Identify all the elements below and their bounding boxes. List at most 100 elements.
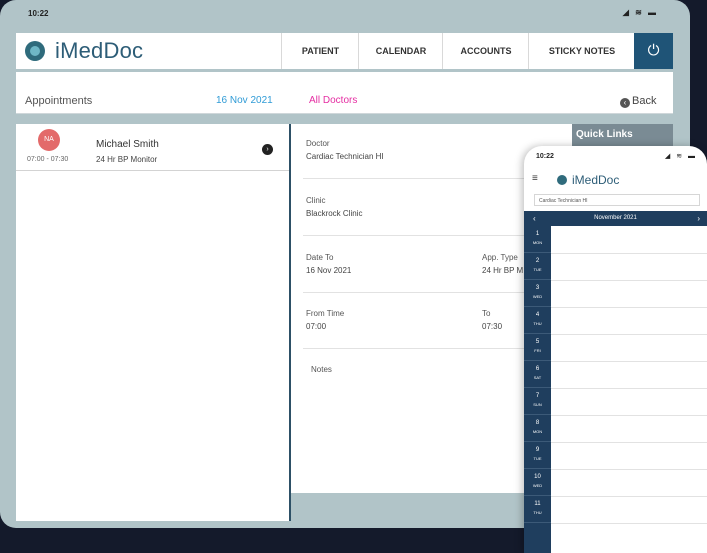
phone-frame: 10:22 ◢ ≋ ▬ ≡ iMedDoc Cardiac Technician… — [524, 146, 707, 553]
back-label: Back — [632, 95, 657, 107]
day-number: 9 — [535, 447, 540, 453]
calendar-month-header: ‹ November 2021 › — [524, 211, 707, 226]
logo-text: iMedDoc — [55, 38, 144, 63]
back-button[interactable]: ‹ Back — [620, 95, 656, 108]
doctor-search-input[interactable]: Cardiac Technician HI — [534, 194, 700, 206]
calendar-row-line — [551, 415, 707, 416]
day-weekday: SUN — [533, 402, 542, 407]
calendar-day[interactable]: 11 THU — [524, 496, 551, 523]
calendar-day[interactable]: 5 FRI — [524, 334, 551, 361]
calendar-row-line — [551, 469, 707, 470]
calendar-row-line — [551, 307, 707, 308]
calendar-day[interactable]: 7 SUN — [524, 388, 551, 415]
day-number: 7 — [535, 393, 540, 399]
day-weekday: TUE — [533, 456, 542, 461]
nav-tab-patient[interactable]: PATIENT — [281, 33, 359, 69]
phone-logo-text: iMedDoc — [572, 173, 620, 187]
power-button[interactable]: ⏻ — [634, 33, 673, 69]
day-number: 4 — [535, 312, 540, 318]
calendar-day-column: 1 MON 2 TUE 3 WED 4 THU 5 FRI 6 SAT 7 SUN 8 MON … — [524, 226, 551, 553]
day-weekday: WED — [532, 294, 543, 299]
day-weekday: SAT — [533, 375, 542, 380]
date-value: 16 Nov 2021 — [306, 266, 352, 275]
power-icon: ⏻ — [647, 42, 660, 59]
logo-icon — [25, 41, 45, 61]
phone-logo: iMedDoc — [557, 173, 619, 187]
day-number: 3 — [535, 285, 540, 291]
phone-status-bar: 10:22 ◢ ≋ ▬ — [524, 146, 707, 166]
nav-tab-accounts[interactable]: ACCOUNTS — [442, 33, 529, 69]
calendar-row-line — [551, 496, 707, 497]
divider — [303, 348, 548, 349]
calendar-row-line — [551, 523, 707, 524]
appointments-bar: Appointments 16 Nov 2021 All Doctors ‹ Ba… — [16, 79, 673, 114]
calendar-day[interactable]: 8 MON — [524, 415, 551, 442]
date-label: Date To — [306, 253, 334, 262]
calendar-day[interactable]: 3 WED — [524, 280, 551, 307]
calendar-row-line — [551, 442, 707, 443]
day-weekday: TUE — [533, 267, 542, 272]
day-number: 6 — [535, 366, 540, 372]
app-type-label: App. Type — [482, 253, 518, 262]
day-number: 8 — [535, 420, 540, 426]
divider — [303, 178, 548, 179]
to-time-label: To — [482, 309, 491, 318]
from-time-label: From Time — [306, 309, 345, 318]
doctor-filter[interactable]: All Doctors — [309, 95, 357, 106]
clinic-label: Clinic — [306, 196, 326, 205]
calendar-row-line — [551, 334, 707, 335]
date-selector[interactable]: 16 Nov 2021 — [216, 95, 273, 106]
app-type-value: 24 Hr BP M — [482, 266, 524, 275]
calendar-row-line — [551, 388, 707, 389]
imeddoc-logo[interactable]: iMedDoc — [25, 38, 144, 63]
nav-tab-sticky-notes[interactable]: STICKY NOTES — [528, 33, 635, 69]
calendar-day[interactable]: 1 MON — [524, 226, 551, 253]
notes-label: Notes — [311, 365, 332, 374]
chevron-right-icon[interactable]: › — [262, 144, 273, 155]
status-icons: ◢ ≋ ▬ — [622, 8, 658, 17]
calendar-row-line — [551, 253, 707, 254]
day-number: 2 — [535, 258, 540, 264]
day-weekday: THU — [533, 321, 542, 326]
calendar-row-line — [551, 280, 707, 281]
clinic-value: Blackrock Clinic — [306, 209, 363, 218]
prev-month-icon[interactable]: ‹ — [533, 211, 536, 226]
day-number: 1 — [535, 231, 540, 237]
back-arrow-icon: ‹ — [620, 98, 630, 108]
appointments-list: NA 07:00 - 07:30 Michael Smith 24 Hr BP … — [16, 124, 291, 521]
day-weekday: FRI — [534, 348, 541, 353]
day-weekday: THU — [533, 510, 542, 515]
phone-status-icons: ◢ ≋ ▬ — [664, 153, 697, 160]
day-number: 11 — [534, 501, 541, 507]
section-gap — [16, 114, 673, 124]
top-navbar: iMedDoc PATIENT CALENDAR ACCOUNTS STICKY… — [16, 33, 673, 72]
divider — [303, 235, 548, 236]
divider — [303, 292, 548, 293]
month-label: November 2021 — [594, 215, 637, 221]
quick-links-header[interactable]: Quick Links — [572, 124, 673, 146]
logo-icon — [557, 175, 567, 185]
appointment-row[interactable]: NA 07:00 - 07:30 Michael Smith 24 Hr BP … — [16, 124, 289, 171]
calendar-day[interactable]: 6 SAT — [524, 361, 551, 388]
from-time-value: 07:00 — [306, 322, 327, 331]
day-weekday: WED — [532, 483, 543, 488]
menu-icon[interactable]: ≡ — [532, 173, 538, 184]
avatar: NA — [38, 129, 60, 151]
calendar-row-line — [551, 361, 707, 362]
phone-header: ≡ iMedDoc — [524, 170, 707, 190]
day-weekday: MON — [532, 429, 543, 434]
day-weekday: MON — [532, 240, 543, 245]
calendar-day[interactable]: 9 TUE — [524, 442, 551, 469]
tablet-status-bar: 10:22 ◢ ≋ ▬ — [14, 6, 670, 22]
next-month-icon[interactable]: › — [697, 211, 700, 226]
patient-name: Michael Smith — [96, 139, 159, 150]
calendar-day[interactable]: 10 WED — [524, 469, 551, 496]
calendar-day[interactable]: 2 TUE — [524, 253, 551, 280]
nav-tab-calendar[interactable]: CALENDAR — [358, 33, 443, 69]
calendar-day[interactable]: 4 THU — [524, 307, 551, 334]
status-time: 10:22 — [28, 9, 49, 18]
phone-status-time: 10:22 — [536, 153, 554, 160]
appointment-type: 24 Hr BP Monitor — [96, 155, 158, 164]
day-number: 10 — [534, 474, 541, 480]
doctor-value: Cardiac Technician HI — [306, 152, 384, 161]
